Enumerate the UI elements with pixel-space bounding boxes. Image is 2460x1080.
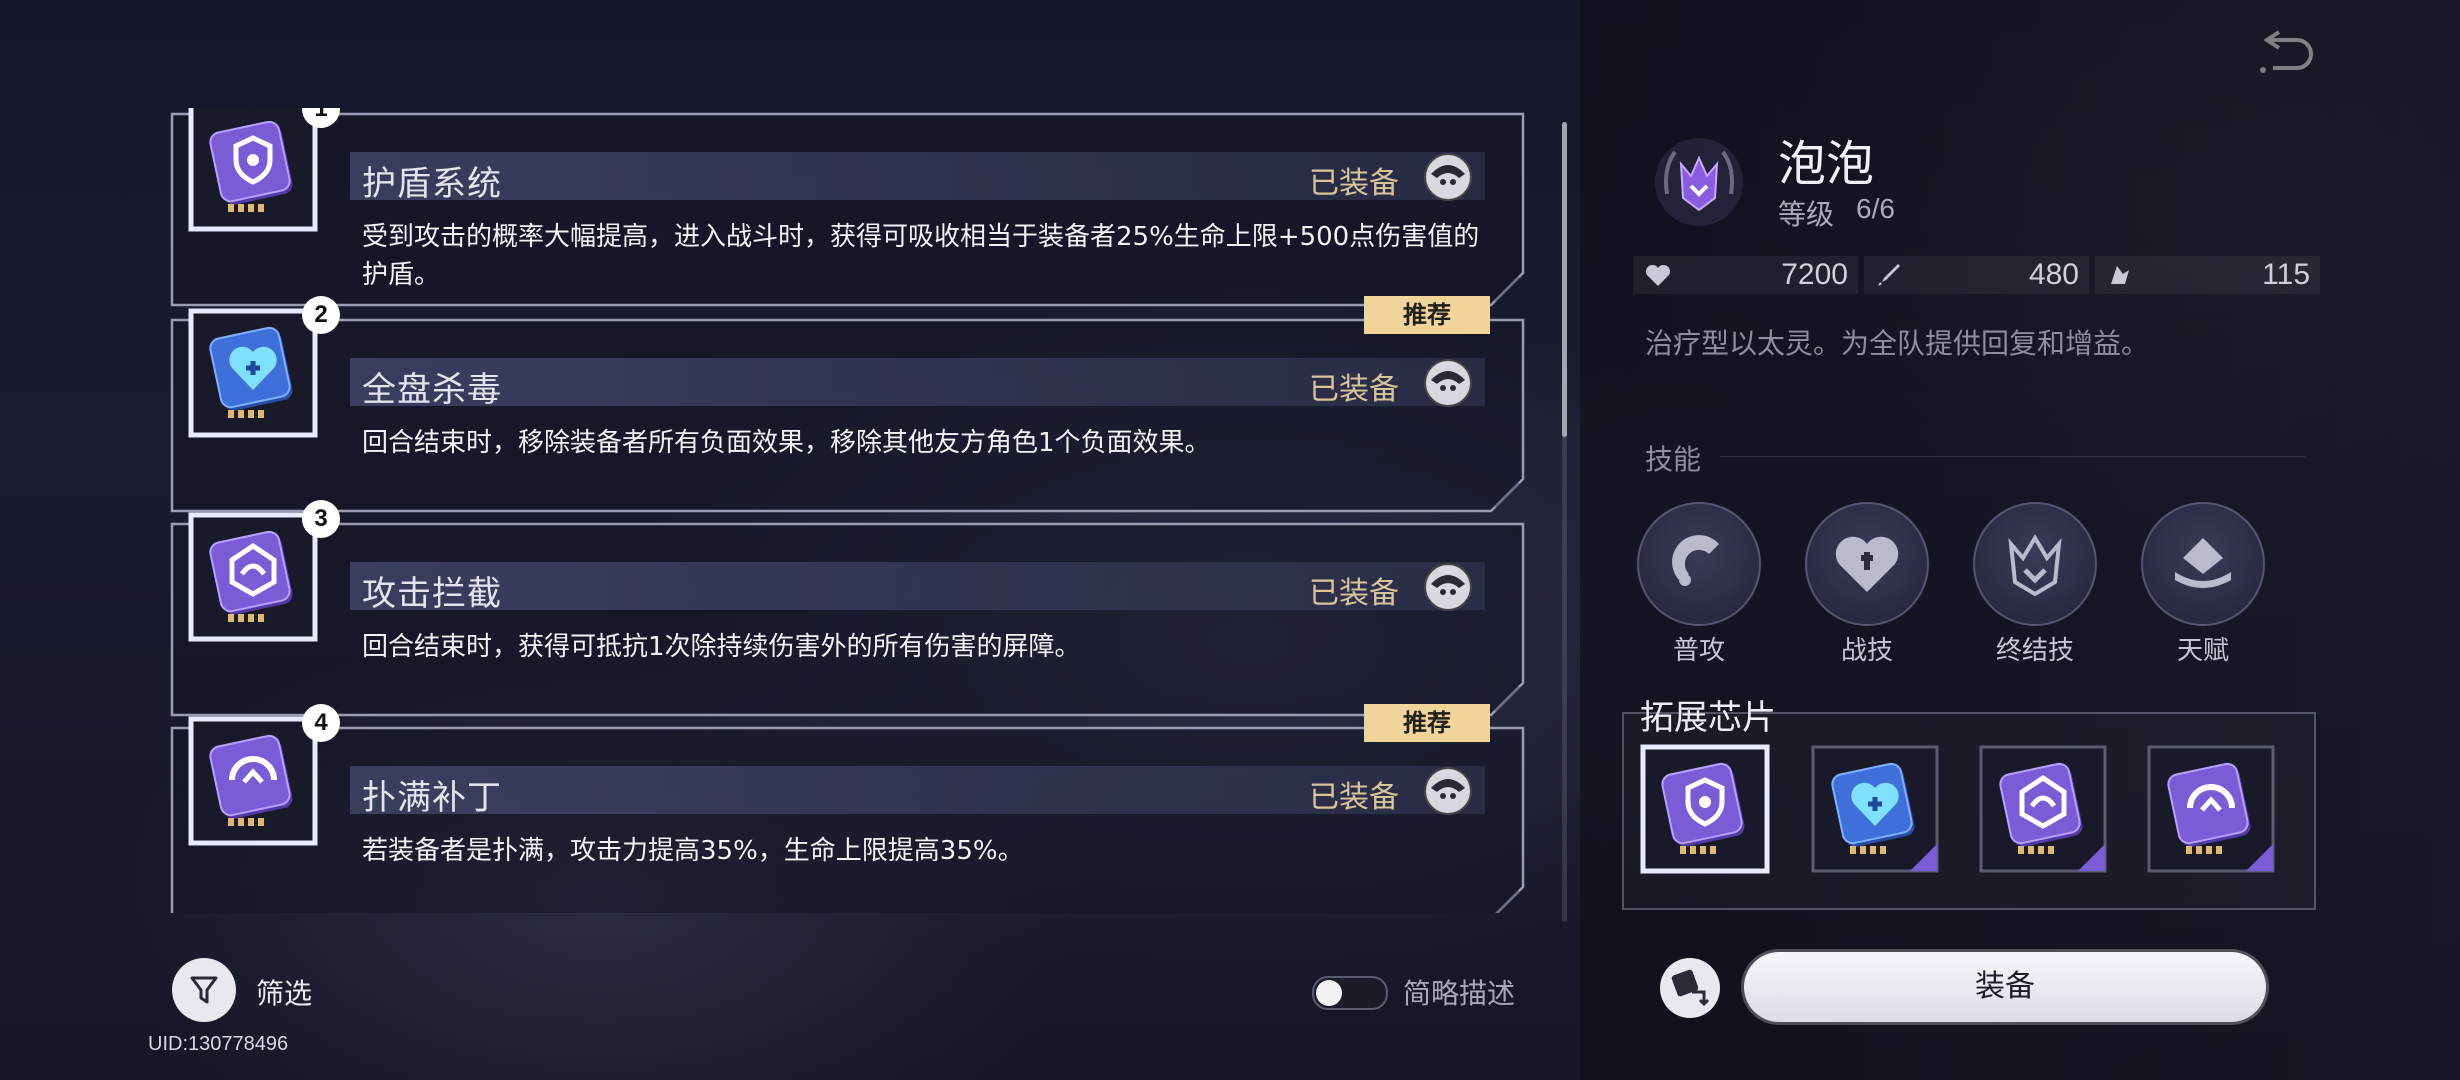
patch-chip-icon [188,716,318,846]
chip-title-bar: 全盘杀毒 已装备 [350,358,1485,410]
uid-text: UID:130778496 [148,1033,289,1055]
chip-title: 扑满补丁 [362,778,502,818]
stat-hp: 7200 [1633,256,1858,294]
equipped-character-avatar [1423,766,1473,816]
extension-chips-heading: 拓展芯片 [1640,698,1776,738]
skill-label: 普攻 [1672,636,1725,666]
extension-chip-slot[interactable] [2146,744,2276,874]
level-value: 6/6 [1856,193,1895,224]
ultimate-icon [2008,534,2062,597]
chip-number-badge: 3 [302,500,340,538]
skill-label: 天赋 [2176,636,2229,666]
character-emblem-icon [1645,128,1753,236]
equipped-status: 已装备 [1309,166,1399,201]
filter-button[interactable] [172,958,236,1022]
chip-description: 回合结束时，移除装备者所有负面效果，移除其他友方角色1个负面效果。 [362,428,1211,458]
chip-description: 受到攻击的概率大幅提高，进入战斗时，获得可吸收相当于装备者25%生命上限+500… [362,222,1480,290]
stat-attack-value: 480 [2028,258,2079,291]
chip-title-bar: 攻击拦截 已装备 [350,562,1485,614]
skill-talent[interactable]: 天赋 [2141,502,2265,672]
chip-description: 回合结束时，获得可抵抗1次除持续伤害外的所有伤害的屏障。 [362,632,1081,662]
chip-description: 若装备者是扑满，攻击力提高35%，生命上限提高35%。 [362,836,1024,866]
equipped-character-avatar [1423,358,1473,408]
heart-icon [1645,264,1671,286]
chip-list[interactable]: 1 护盾系统 已装备 受到攻击的概率大幅提高，进入战斗时，获得可吸收相当于装备者… [170,108,1530,913]
filter-label: 筛选 [256,977,313,1010]
extension-chip-slot[interactable] [1640,744,1770,874]
brief-description-toggle[interactable] [1312,976,1388,1010]
equipped-character-avatar [1423,562,1473,612]
chip-number-badge: 4 [302,704,340,742]
chip-card[interactable]: 2 全盘杀毒 已装备 回合结束时，移除装备者所有负面效果，移除其他友方角色1个负… [170,296,1525,513]
skill-normal-attack[interactable]: 普攻 [1637,502,1761,672]
toggle-knob [1316,980,1342,1006]
equip-button[interactable]: 装备 [1744,952,2266,1022]
extension-chip-slot[interactable] [1978,744,2108,874]
extension-chip-slot[interactable] [1810,744,1940,874]
chip-title: 全盘杀毒 [362,370,502,410]
recommend-badge: 推荐 [1364,296,1490,334]
chip-title: 护盾系统 [362,164,502,204]
character-name: 泡泡 [1778,136,1875,192]
equipped-status: 已装备 [1309,576,1399,611]
swap-chip-icon [1671,969,1710,1007]
normal-attack-icon [1672,535,1719,586]
chip-card[interactable]: 4 扑满补丁 已装备 若装备者是扑满，攻击力提高35%，生命上限提高35%。 推荐 [170,704,1525,913]
list-scrollbar[interactable] [1562,122,1567,922]
heal-chip-icon [188,308,318,438]
quick-equip-button[interactable] [1660,958,1720,1018]
chip-card[interactable]: 1 护盾系统 已装备 受到攻击的概率大幅提高，进入战斗时，获得可吸收相当于装备者… [170,108,1525,307]
stat-hp-value: 7200 [1781,258,1848,291]
skill-ultimate[interactable]: 终结技 [1973,502,2097,672]
talent-icon [2175,538,2231,588]
chip-title: 攻击拦截 [362,574,502,614]
skill-battle[interactable]: 战技 [1805,502,1929,672]
equipped-status: 已装备 [1309,372,1399,407]
brief-description-label: 简略描述 [1403,977,1516,1010]
chip-card[interactable]: 3 攻击拦截 已装备 回合结束时，获得可抵抗1次除持续伤害外的所有伤害的屏障。 [170,500,1525,717]
skill-label: 战技 [1840,636,1893,666]
speed-icon [2111,266,2129,284]
chip-number-badge: 2 [302,296,340,334]
skill-label: 终结技 [1995,636,2074,666]
character-description: 治疗型以太灵。为全队提供回复和增益。 [1645,327,2150,360]
barrier-chip-icon [188,512,318,642]
stat-speed-value: 115 [2262,258,2310,291]
chip-title-bar: 护盾系统 已装备 [350,152,1485,204]
stat-speed: 115 [2095,256,2320,294]
recommend-badge: 推荐 [1364,704,1490,742]
filter-icon [190,976,218,1004]
extension-chips-panel [1622,712,2316,910]
scrollbar-thumb[interactable] [1562,122,1567,437]
stat-attack: 480 [1864,256,2089,294]
shield-chip-icon [188,108,318,232]
battle-skill-icon [1835,536,1899,592]
equipped-status: 已装备 [1309,780,1399,815]
attack-icon [1878,264,1900,286]
chip-title-bar: 扑满补丁 已装备 [350,766,1485,818]
level-label: 等级 [1778,198,1835,231]
equipped-character-avatar [1423,152,1473,202]
skills-heading: 技能 [1645,443,1702,476]
skills-divider [1720,456,2305,457]
